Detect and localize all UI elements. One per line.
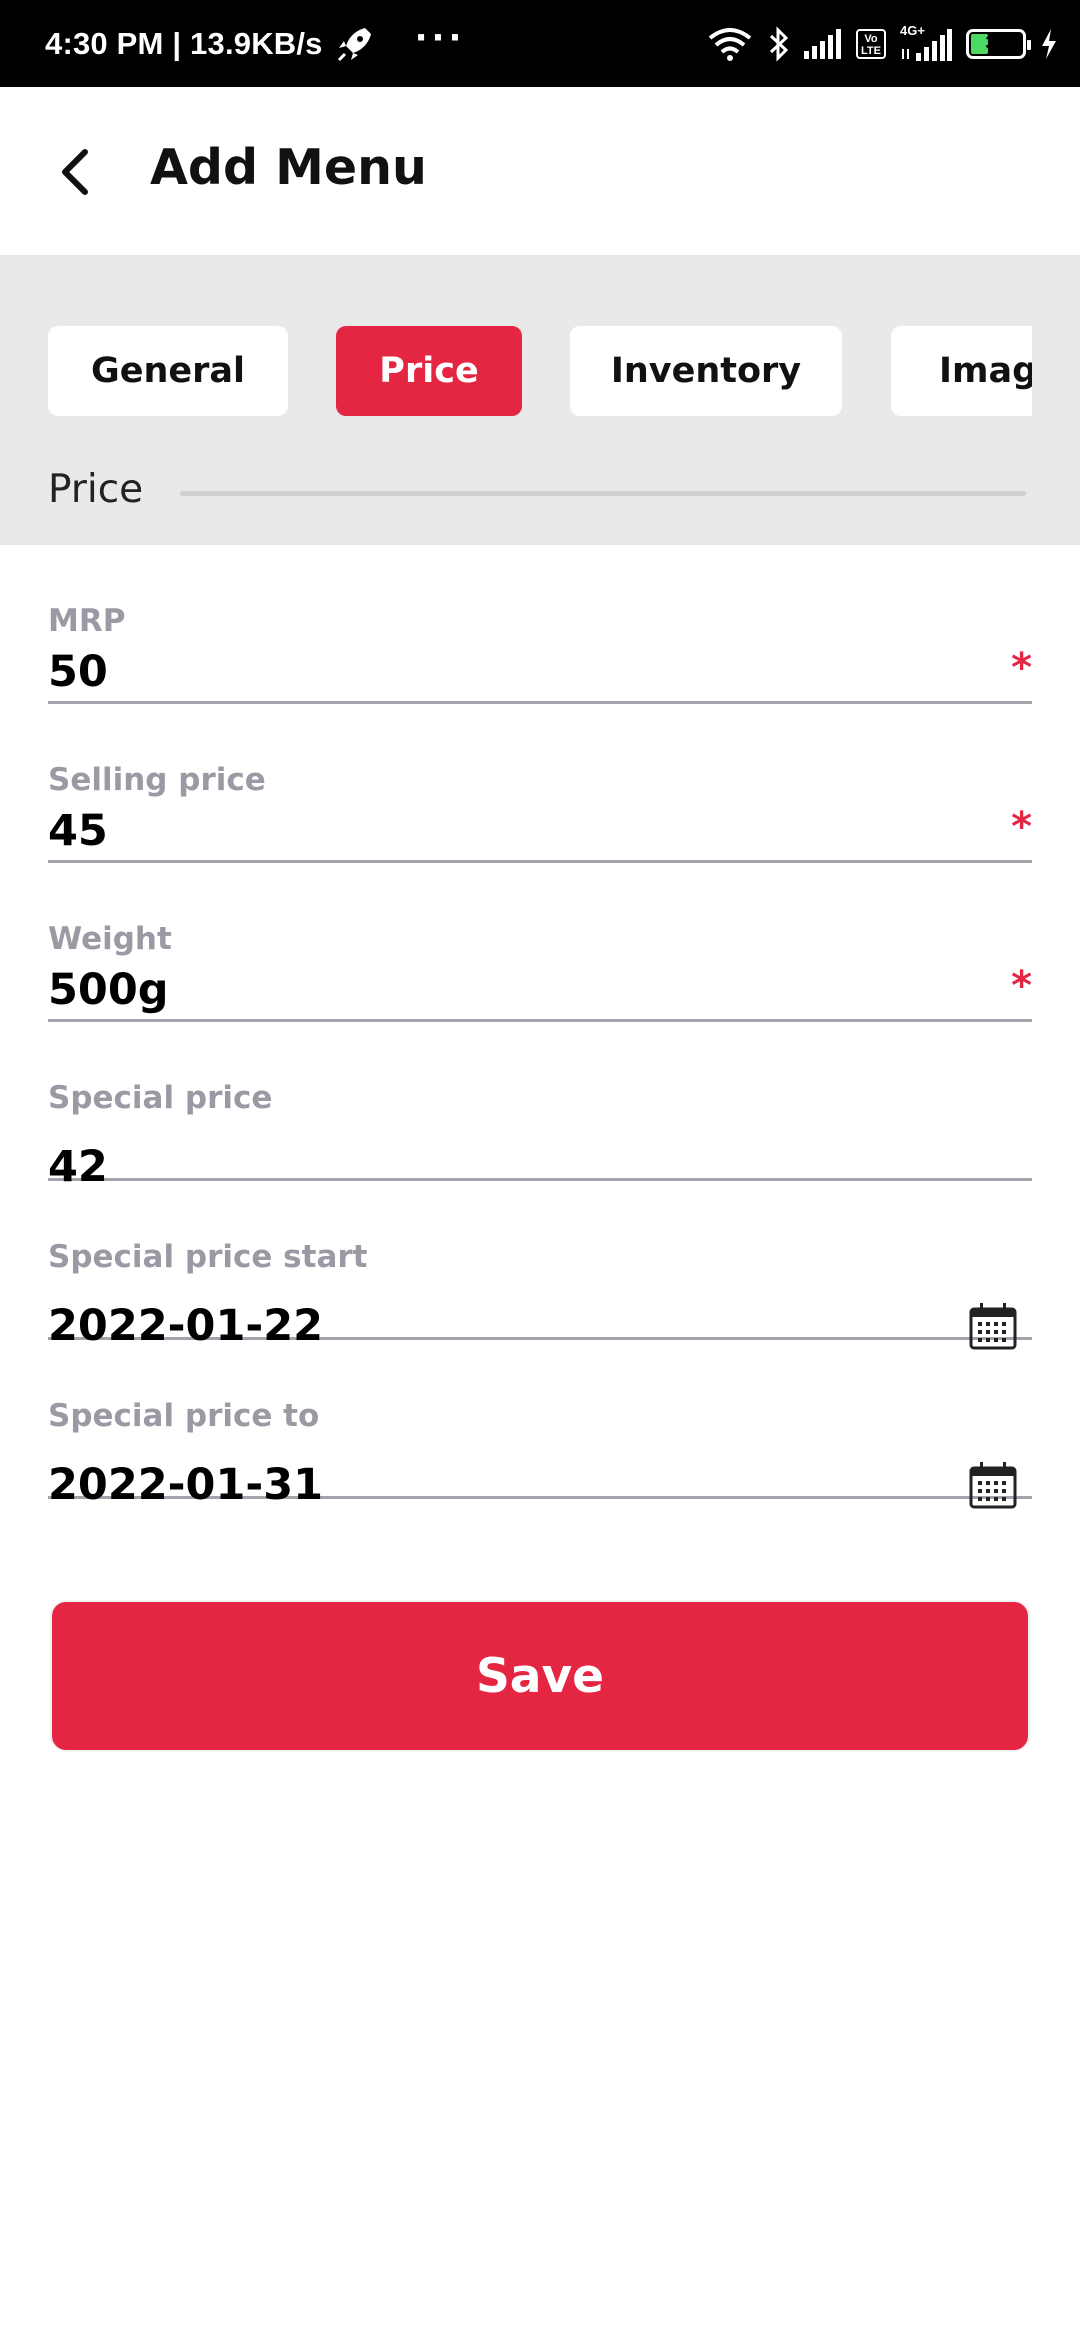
volte-top: Vo	[864, 32, 878, 45]
status-left: 4:30 PM | 13.9KB/s ···	[45, 0, 465, 87]
page-title: Add Menu	[150, 139, 427, 196]
back-button[interactable]	[45, 137, 105, 207]
status-time: 4:30 PM | 13.9KB/s	[45, 25, 323, 61]
special-price-to-label: Special price to	[48, 1398, 320, 1434]
calendar-icon[interactable]	[968, 1460, 1018, 1510]
special-price-start-label: Special price start	[48, 1239, 368, 1275]
rocket-icon	[337, 27, 371, 61]
bluetooth-icon	[769, 25, 789, 62]
selling-price-input[interactable]: 45	[48, 806, 108, 856]
chevron-left-icon	[62, 149, 88, 195]
special-price-label: Special price	[48, 1080, 273, 1116]
signal-4g-icon	[902, 28, 952, 61]
special-price-to-field[interactable]: Special price to 2022-01-31	[48, 1340, 1032, 1510]
tab-inventory[interactable]: Inventory	[570, 326, 842, 416]
required-indicator: *	[1011, 645, 1032, 691]
tab-general[interactable]: General	[48, 326, 288, 416]
special-price-field[interactable]: Special price 42	[48, 1022, 1032, 1192]
volte-bottom: LTE	[861, 44, 881, 57]
tab-strip[interactable]: General Price Inventory Images	[48, 326, 1032, 418]
signal-4g: 4G+	[900, 23, 952, 61]
weight-label: Weight	[48, 921, 172, 957]
weight-field[interactable]: Weight 500g *	[48, 863, 1032, 1022]
required-indicator: *	[1011, 804, 1032, 850]
selling-price-label: Selling price	[48, 762, 266, 798]
tab-price[interactable]: Price	[336, 326, 522, 416]
save-button[interactable]: Save	[50, 1600, 1030, 1752]
battery-level: 31	[985, 32, 1007, 54]
charging-icon	[1042, 28, 1056, 59]
selling-price-field[interactable]: Selling price 45 *	[48, 704, 1032, 863]
mrp-field[interactable]: MRP 50 *	[48, 545, 1032, 704]
volte-icon: Vo LTE	[856, 28, 886, 59]
tab-images[interactable]: Images	[891, 326, 1032, 416]
special-price-start-field[interactable]: Special price start 2022-01-22	[48, 1181, 1032, 1351]
status-bar: 4:30 PM | 13.9KB/s ··· Vo LTE 4G+ 31	[0, 0, 1080, 87]
status-right: Vo LTE 4G+ 31	[706, 0, 1058, 87]
mrp-label: MRP	[48, 603, 126, 639]
section-divider	[180, 491, 1026, 496]
wifi-icon	[708, 27, 752, 61]
app-header: Add Menu	[0, 87, 1080, 255]
more-dots: ···	[414, 17, 466, 58]
battery-icon: 31	[966, 28, 1031, 59]
weight-input[interactable]: 500g	[48, 965, 169, 1015]
section-title: Price	[48, 467, 144, 512]
tab-section: General Price Inventory Images Price	[0, 255, 1080, 545]
mrp-input[interactable]: 50	[48, 647, 108, 697]
signal-icon	[804, 28, 841, 59]
required-indicator: *	[1011, 963, 1032, 1009]
special-price-to-input[interactable]: 2022-01-31	[48, 1460, 323, 1510]
